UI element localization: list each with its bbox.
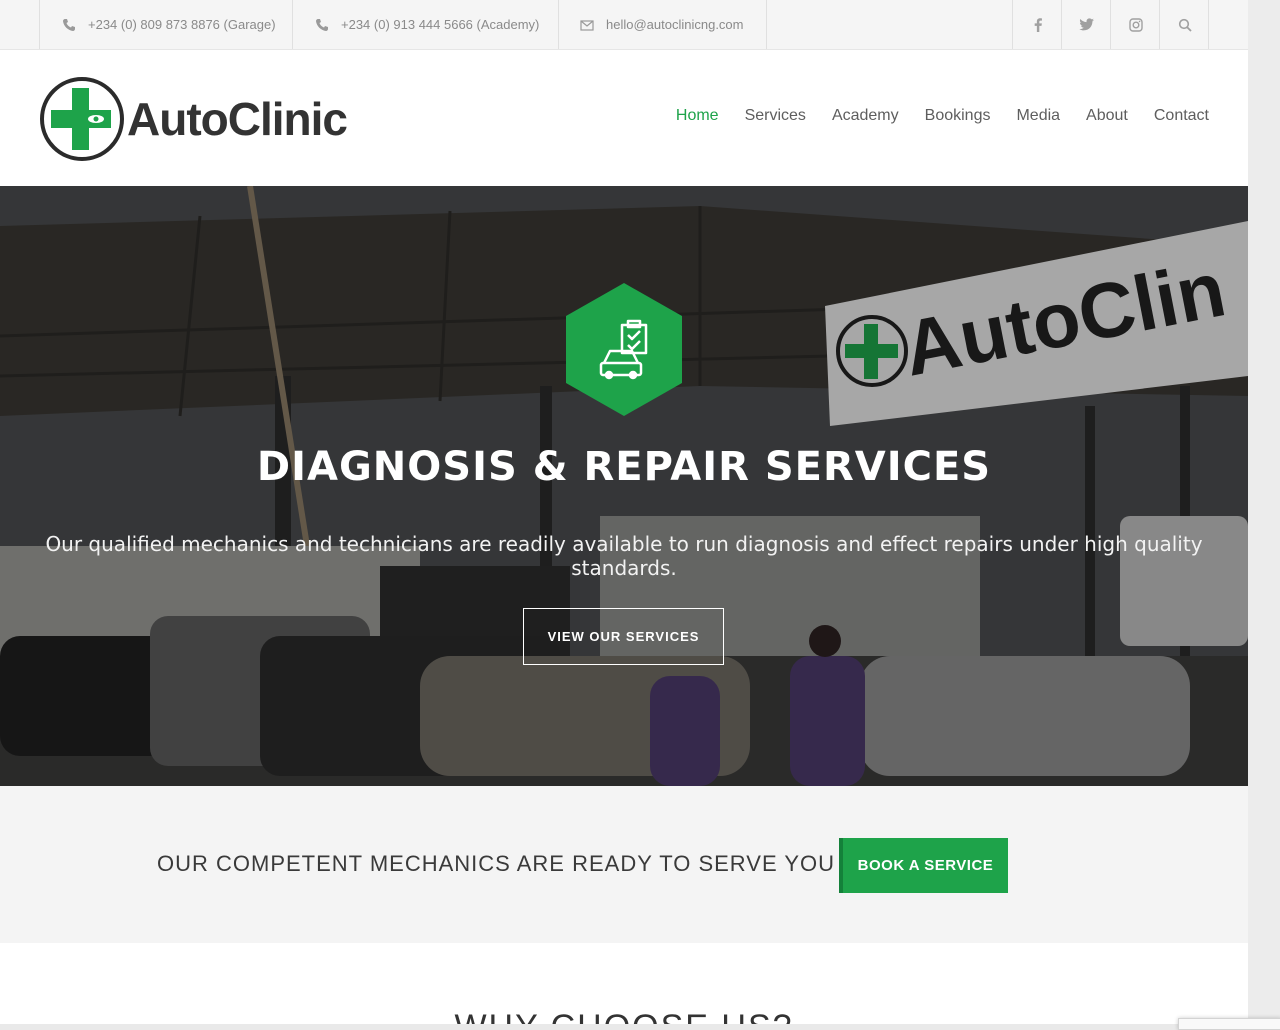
divider [39, 0, 40, 49]
hero-slider: AutoClin DIAGNOSIS & REPAIR SERVICES Our… [0, 186, 1248, 786]
top-bar: +234 (0) 809 873 8876 (Garage) +234 (0) … [0, 0, 1248, 50]
site-logo[interactable]: AutoClinic [39, 76, 348, 162]
phone-icon [62, 18, 76, 32]
phone-garage[interactable]: +234 (0) 809 873 8876 (Garage) [62, 0, 276, 49]
divider [1208, 0, 1209, 49]
phone-garage-text: +234 (0) 809 873 8876 (Garage) [88, 17, 276, 32]
envelope-icon [580, 18, 594, 32]
recaptcha-badge[interactable] [1178, 1018, 1280, 1030]
facebook-icon[interactable] [1013, 0, 1062, 49]
phone-academy-text: +234 (0) 913 444 5666 (Academy) [341, 17, 540, 32]
nav-academy[interactable]: Academy [832, 107, 899, 125]
nav-bookings[interactable]: Bookings [925, 107, 991, 125]
nav-home[interactable]: Home [676, 107, 719, 125]
why-choose-us-heading: WHY CHOOSE US? [0, 1008, 1248, 1024]
scrollbar[interactable] [1248, 0, 1280, 1024]
logo-text: AutoClinic [127, 93, 348, 145]
logo-cross-icon [40, 77, 124, 161]
instagram-icon[interactable] [1111, 0, 1160, 49]
divider [292, 0, 293, 49]
phone-academy[interactable]: +234 (0) 913 444 5666 (Academy) [315, 0, 539, 49]
nav-services[interactable]: Services [745, 107, 806, 125]
email-text: hello@autoclinicng.com [606, 17, 744, 32]
site-header: AutoClinic Home Services Academy Booking… [0, 50, 1248, 186]
cta-text: OUR COMPETENT MECHANICS ARE READY TO SER… [157, 851, 836, 876]
hero-subtitle: Our qualified mechanics and technicians … [45, 532, 1203, 580]
divider [766, 0, 767, 49]
hero-title: DIAGNOSIS & REPAIR SERVICES [256, 444, 992, 490]
email-link[interactable]: hello@autoclinicng.com [580, 0, 744, 49]
nav-about[interactable]: About [1086, 107, 1128, 125]
twitter-icon[interactable] [1062, 0, 1111, 49]
book-service-button[interactable]: BOOK A SERVICE [839, 838, 1008, 893]
phone-icon [315, 18, 329, 32]
page: +234 (0) 809 873 8876 (Garage) +234 (0) … [0, 0, 1248, 1024]
car-diagnosis-icon [566, 283, 682, 416]
divider [558, 0, 559, 49]
nav-contact[interactable]: Contact [1154, 107, 1209, 125]
search-icon[interactable] [1160, 0, 1209, 49]
cta-banner: OUR COMPETENT MECHANICS ARE READY TO SER… [0, 786, 1248, 943]
main-nav: Home Services Academy Bookings Media Abo… [650, 107, 1209, 125]
view-services-button[interactable]: VIEW OUR SERVICES [523, 608, 724, 665]
nav-media[interactable]: Media [1016, 107, 1060, 125]
